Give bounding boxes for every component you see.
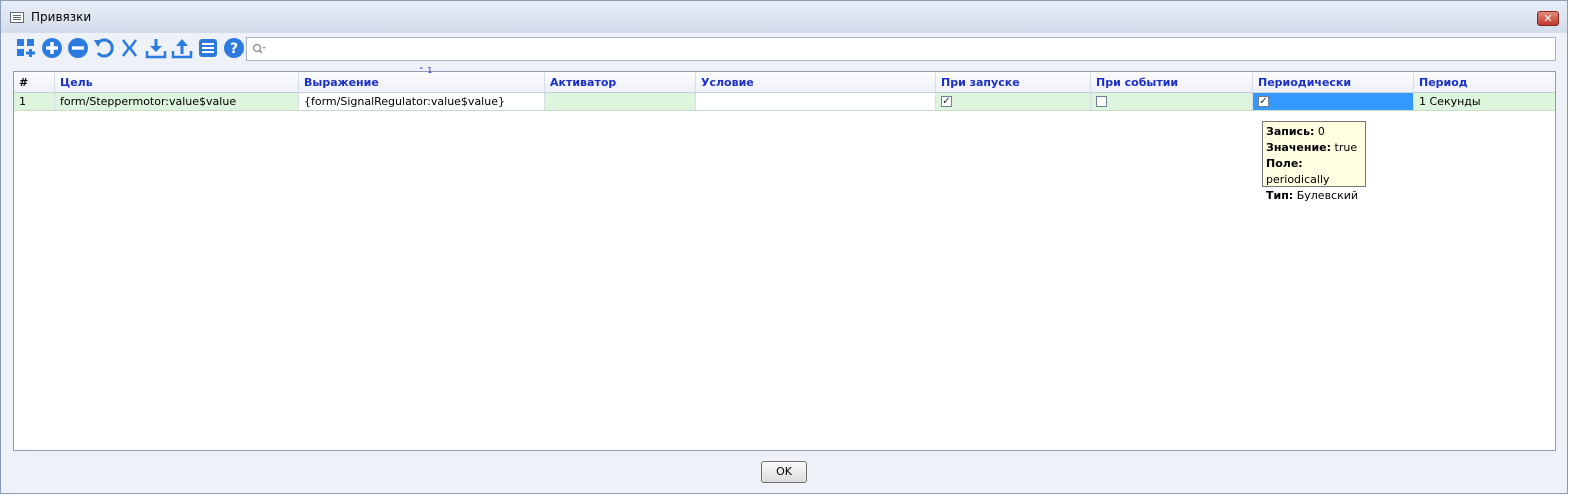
col-header-expression-label: Выражение — [304, 76, 379, 89]
close-button[interactable]: ✕ — [1537, 11, 1559, 26]
col-header-num[interactable]: # — [14, 72, 55, 92]
col-header-expression[interactable]: Выражение — [299, 72, 545, 92]
download-icon[interactable] — [145, 37, 167, 59]
minus-circle-icon[interactable] — [67, 37, 89, 59]
cell-expression[interactable]: {form/SignalRegulator:value$value} — [299, 93, 545, 110]
tooltip-key-type: Тип: — [1266, 189, 1294, 202]
tooltip-line-value: Значение: true — [1266, 140, 1362, 156]
upload-icon[interactable] — [171, 37, 193, 59]
tooltip-value-type: Булевский — [1296, 189, 1359, 202]
on-event-checkbox[interactable] — [1096, 96, 1107, 107]
sort-order: 1 — [427, 66, 433, 75]
tooltip-key-record: Запись: — [1266, 125, 1315, 138]
search-input[interactable] — [246, 37, 1556, 61]
help-icon[interactable]: ? — [223, 37, 245, 59]
search-icon — [252, 43, 266, 55]
ok-button[interactable]: OK — [761, 461, 807, 483]
undo-icon[interactable] — [93, 37, 115, 59]
cell-on-start: ✓ — [936, 93, 1091, 110]
tooltip-value-record: 0 — [1317, 125, 1325, 138]
tooltip-key-field: Поле: — [1266, 157, 1303, 170]
window-title: Привязки — [31, 10, 92, 24]
tooltip-line-field: Поле: periodically — [1266, 156, 1362, 188]
col-header-activator[interactable]: Активатор — [545, 72, 696, 92]
periodic-checkbox[interactable]: ✓ — [1258, 96, 1269, 107]
col-header-condition[interactable]: Условие — [696, 72, 936, 92]
col-header-on-start[interactable]: При запуске — [936, 72, 1091, 92]
col-header-target[interactable]: Цель — [55, 72, 299, 92]
window-icon — [10, 12, 24, 23]
tooltip-value-value: true — [1334, 141, 1358, 154]
col-header-on-event[interactable]: При событии — [1091, 72, 1253, 92]
sort-indicator: ⌃ 1 — [418, 66, 433, 75]
cell-activator[interactable] — [545, 93, 696, 110]
tooltip-line-type: Тип: Булевский — [1266, 188, 1362, 204]
cell-num: 1 — [14, 93, 55, 110]
bindings-dialog: Привязки ✕ ? # Цель Выражение Активатор … — [0, 0, 1568, 494]
cell-on-event — [1091, 93, 1253, 110]
table-row[interactable]: 1 form/Steppermotor:value$value {form/Si… — [14, 93, 1555, 111]
bracket-expand-icon[interactable] — [117, 37, 139, 59]
svg-text:?: ? — [230, 41, 238, 57]
list-icon[interactable] — [197, 37, 219, 59]
tooltip-line-record: Запись: 0 — [1266, 124, 1362, 140]
on-start-checkbox[interactable]: ✓ — [941, 96, 952, 107]
col-header-period[interactable]: Период — [1414, 72, 1555, 92]
add-grid-icon[interactable] — [15, 37, 37, 59]
tooltip-key-value: Значение: — [1266, 141, 1332, 154]
plus-circle-icon[interactable] — [41, 37, 63, 59]
cell-period[interactable]: 1 Секунды — [1414, 93, 1555, 110]
cell-condition[interactable] — [696, 93, 936, 110]
cell-periodic: ✓ — [1253, 93, 1414, 110]
tooltip-value-field: periodically — [1266, 173, 1330, 186]
col-header-periodic[interactable]: Периодически — [1253, 72, 1414, 92]
table-header: # Цель Выражение Активатор Условие При з… — [14, 66, 1555, 93]
cell-tooltip: Запись: 0 Значение: true Поле: periodica… — [1262, 121, 1366, 202]
cell-target[interactable]: form/Steppermotor:value$value — [55, 93, 299, 110]
title-bar[interactable]: Привязки ✕ — [1, 1, 1567, 33]
